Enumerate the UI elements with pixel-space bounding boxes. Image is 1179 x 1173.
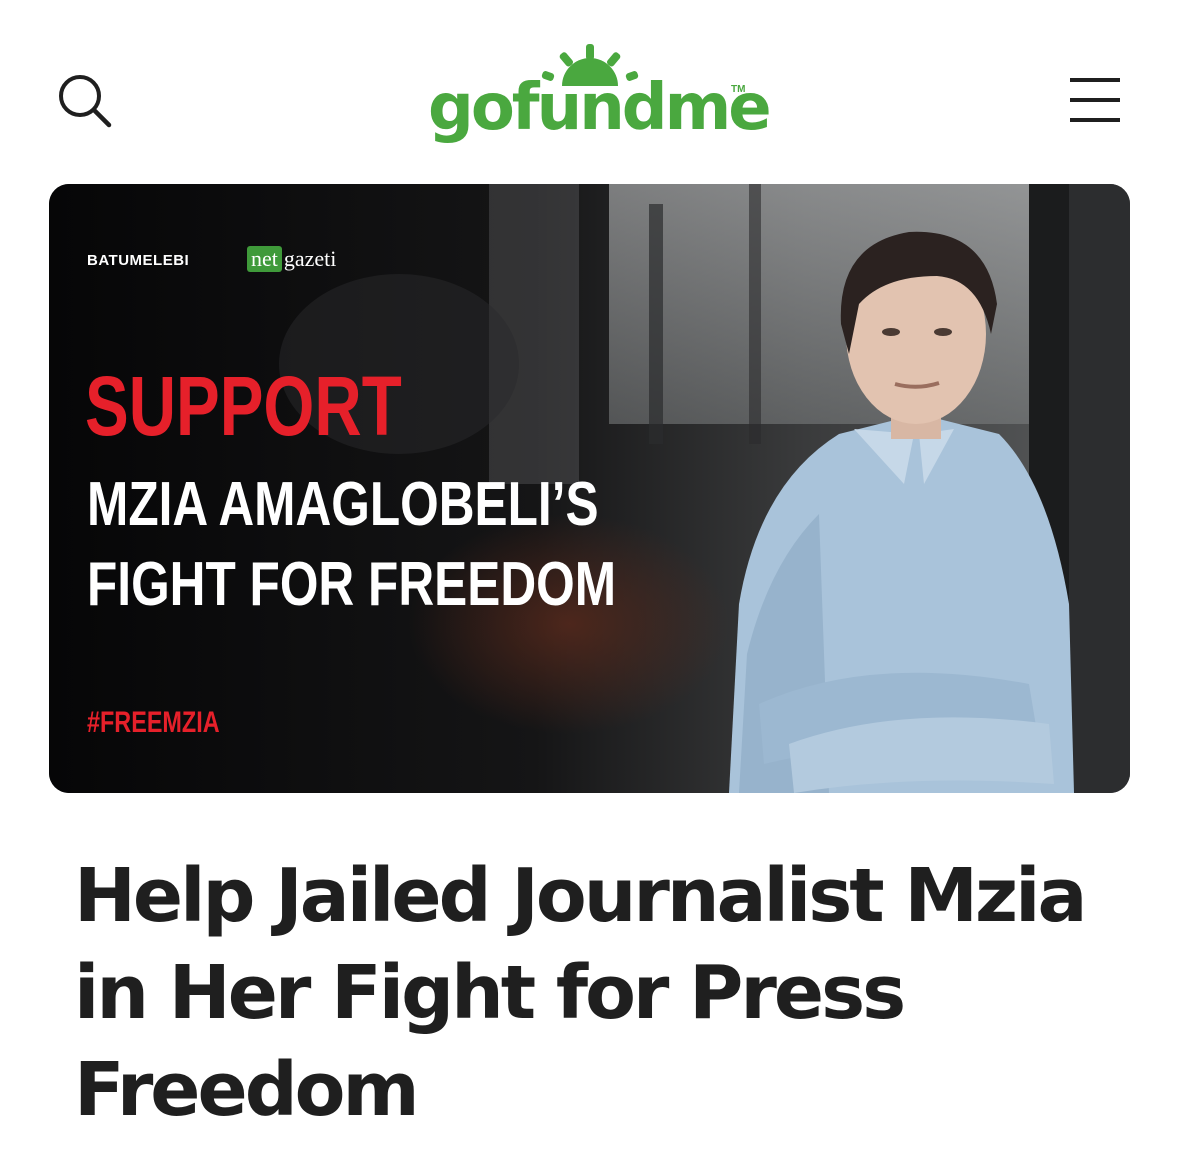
top-header: gofundme TM — [0, 0, 1179, 170]
hero-headline-support: SUPPORT — [85, 359, 402, 453]
campaign-hero-image[interactable]: BATUMELEBI net gazeti SUPPORT MZIA AMAGL… — [49, 184, 1130, 793]
hamburger-menu-icon — [1070, 78, 1120, 122]
search-button[interactable] — [52, 68, 116, 132]
search-icon — [59, 75, 112, 128]
logo-wordmark: gofundme — [428, 71, 772, 145]
campaign-title: Help Jailed Journalist Mzia in Her Fight… — [74, 853, 1087, 1133]
journalist-portrait — [729, 231, 1074, 793]
netgazeti-logo-box: net — [247, 246, 282, 272]
logo-trademark: TM — [731, 84, 746, 95]
hero-headline-fight: FIGHT FOR FREEDOM — [87, 550, 617, 619]
menu-button[interactable] — [1064, 72, 1126, 128]
gofundme-logo[interactable]: gofundme TM — [428, 40, 772, 160]
hero-headline-name: MZIA AMAGLOBELI’S — [87, 470, 599, 539]
netgazeti-logo: net gazeti — [247, 244, 336, 274]
batumelebi-logo: BATUMELEBI — [87, 252, 190, 269]
hero-hashtag: #FREEMZIA — [87, 706, 220, 739]
netgazeti-logo-text: gazeti — [283, 246, 337, 271]
